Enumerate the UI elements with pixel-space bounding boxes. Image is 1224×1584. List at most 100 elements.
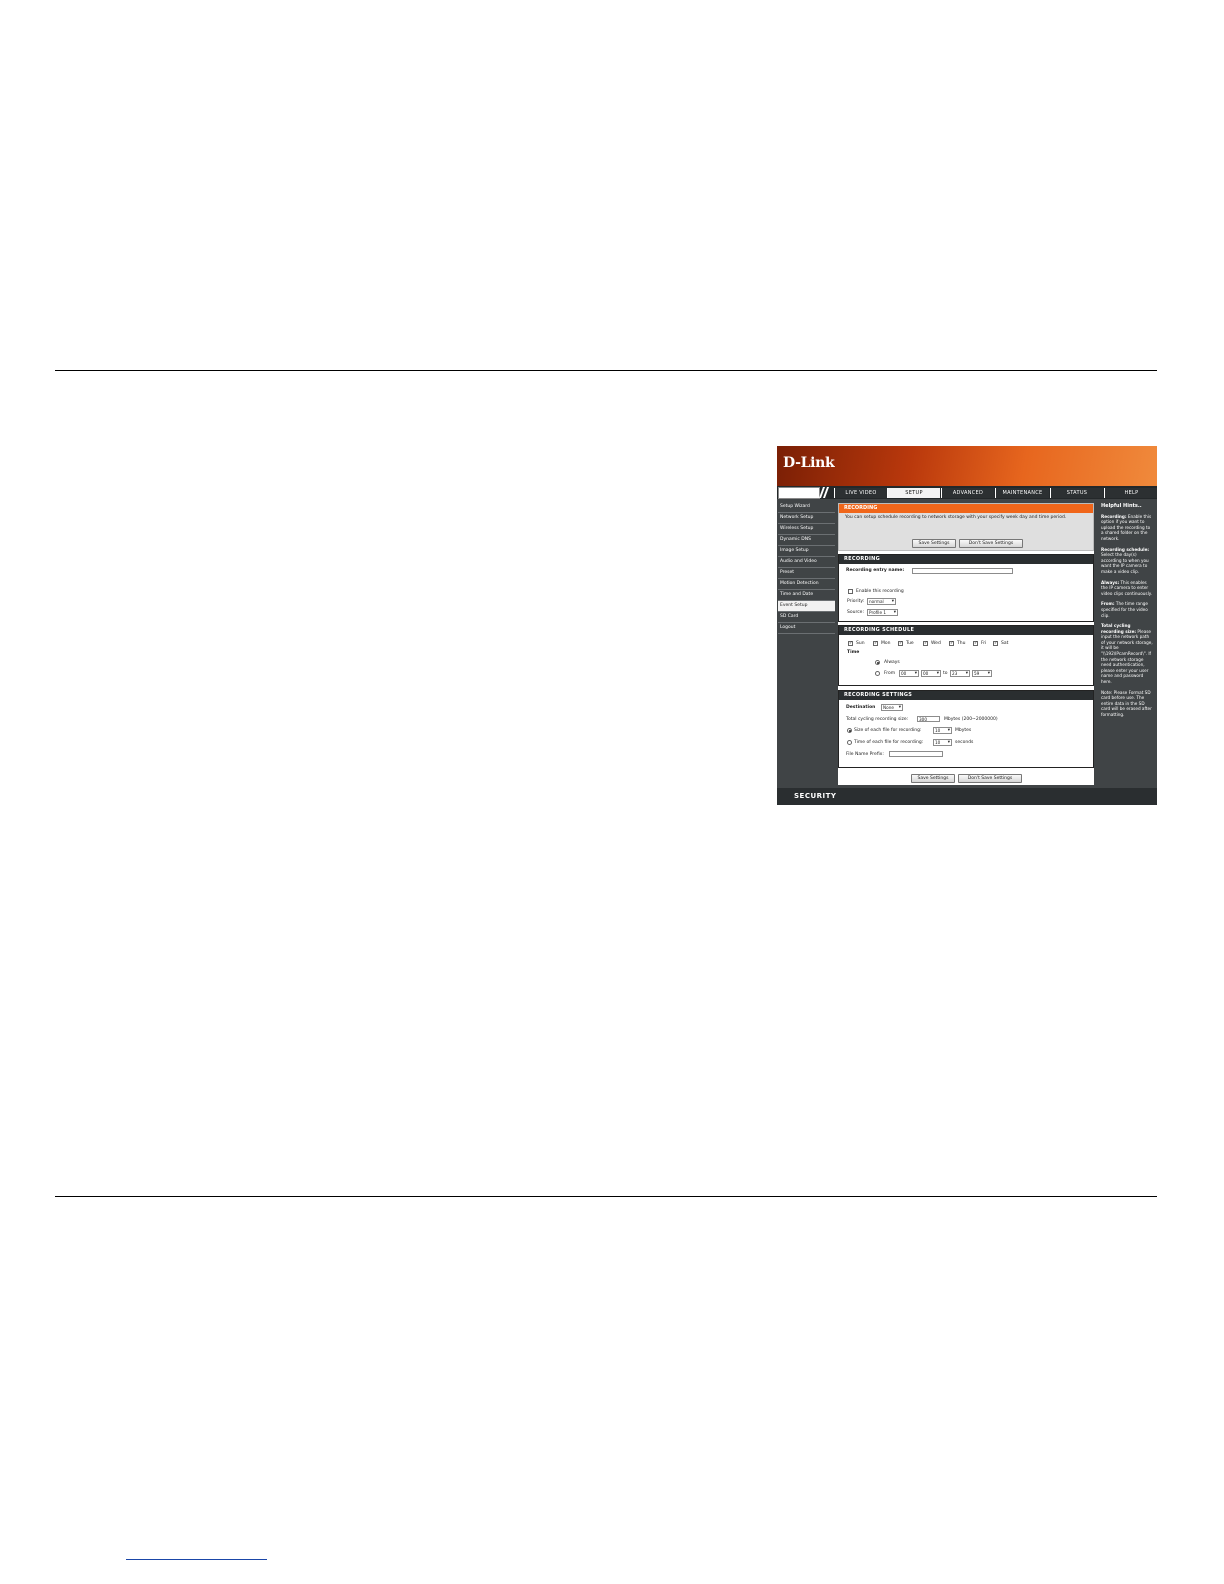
hints-title: Helpful Hints.. — [1101, 503, 1142, 509]
source-select[interactable]: Profile 1 — [867, 609, 898, 616]
hint-item-heading: Total cycling recording size: — [1101, 623, 1137, 634]
tab-live-video[interactable]: LIVE VIDEO — [834, 488, 887, 498]
from-hour-select[interactable]: 00 — [899, 670, 919, 677]
day-checkbox-fri[interactable]: ✓ — [973, 641, 978, 646]
day-checkbox-tue[interactable]: ✓ — [898, 641, 903, 646]
day-label-fri: Fri — [981, 641, 987, 646]
entry-name-input[interactable] — [912, 568, 1013, 574]
entry-name-label: Recording entry name: — [846, 568, 905, 573]
size-each-file-radio[interactable] — [847, 728, 852, 733]
priority-select[interactable]: normal — [867, 598, 896, 605]
day-label-thu: Thu — [957, 641, 966, 646]
time-each-file-radio[interactable] — [847, 740, 852, 745]
dlink-logo: D-Link — [783, 455, 835, 471]
hint-item-heading: Recording: — [1101, 513, 1127, 519]
recording-schedule-section: RECORDING SCHEDULE ✓ Sun ✓ Mon ✓ Tue ✓ W… — [838, 625, 1094, 686]
sidebar-item-preset[interactable]: Preset — [778, 568, 835, 579]
tab-help[interactable]: HELP — [1104, 488, 1157, 498]
to-minute-select[interactable]: 59 — [972, 670, 992, 677]
sidebar-item-network-setup[interactable]: Network Setup — [778, 513, 835, 524]
file-prefix-input[interactable] — [889, 751, 943, 757]
hint-item: Note: Please Format SD card before use. … — [1101, 690, 1154, 718]
time-each-file-select[interactable]: 10 — [933, 739, 952, 746]
bottom-dont-save-settings-button[interactable]: Don't Save Settings — [958, 774, 1022, 783]
hint-item: Always: This enables the IP camera to en… — [1101, 580, 1154, 597]
destination-label: Destination — [846, 705, 876, 710]
footer-bar: SECURITY — [777, 788, 1157, 805]
hint-item: From: The time range specified for the v… — [1101, 601, 1154, 618]
priority-label: Priority: — [847, 599, 865, 604]
intro-text: You can setup schedule recording to netw… — [845, 515, 1067, 520]
from-radio[interactable] — [875, 671, 880, 676]
from-label: From — [884, 671, 896, 676]
sidebar-item-time-date[interactable]: Time and Date — [778, 590, 835, 601]
total-size-input[interactable]: 300 — [917, 716, 940, 722]
sidebar-item-audio-video[interactable]: Audio and Video — [778, 557, 835, 568]
intro-panel: RECORDING You can setup schedule recordi… — [838, 503, 1094, 551]
total-size-label: Total cycling recording size: — [846, 717, 909, 722]
day-checkbox-sat[interactable]: ✓ — [993, 641, 998, 646]
tab-setup[interactable]: SETUP — [887, 488, 940, 498]
tab-maintenance[interactable]: MAINTENANCE — [995, 488, 1049, 498]
footer-link-underline[interactable] — [126, 1559, 267, 1560]
helpful-hints-panel: Helpful Hints.. Recording: Enable this o… — [1099, 502, 1156, 786]
tab-status[interactable]: STATUS — [1050, 488, 1103, 498]
size-each-file-select[interactable]: 10 — [933, 727, 952, 734]
hint-item-heading: From: — [1101, 601, 1115, 607]
time-each-file-unit: seconds — [955, 740, 974, 745]
source-label: Source: — [847, 610, 864, 615]
main-content: RECORDING You can setup schedule recordi… — [838, 503, 1094, 785]
size-each-file-label: Size of each file for recording: — [854, 728, 922, 733]
sidebar-item-dynamic-dns[interactable]: Dynamic DNS — [778, 535, 835, 546]
sidebar-item-image-setup[interactable]: Image Setup — [778, 546, 835, 557]
recording-section-title: RECORDING — [839, 555, 1093, 564]
recording-settings-section: RECORDING SETTINGS Destination None Tota… — [838, 690, 1094, 768]
footer-brand: SECURITY — [794, 792, 837, 800]
enable-recording-label: Enable this recording — [856, 589, 904, 594]
day-label-wed: Wed — [931, 641, 941, 646]
day-checkbox-thu[interactable]: ✓ — [949, 641, 954, 646]
hint-item-heading: Always: — [1101, 579, 1120, 585]
destination-select[interactable]: None — [881, 704, 903, 711]
enable-recording-checkbox[interactable] — [848, 589, 853, 594]
dlink-banner: D-Link — [777, 446, 1157, 486]
sidebar-item-wireless-setup[interactable]: Wireless Setup — [778, 524, 835, 535]
hint-item: Recording schedule: Select the day(s) ac… — [1101, 547, 1154, 575]
day-label-sat: Sat — [1001, 641, 1009, 646]
dont-save-settings-button[interactable]: Don't Save Settings — [959, 539, 1023, 548]
total-size-unit: Mbytes (200~2000000) — [944, 717, 998, 722]
sidebar-item-motion-detection[interactable]: Motion Detection — [778, 579, 835, 590]
time-label: Time — [847, 650, 860, 655]
recording-section: RECORDING Recording entry name: Enable t… — [838, 554, 1094, 622]
hint-item-heading: Recording schedule: — [1101, 546, 1150, 552]
footer-rule — [55, 1196, 1157, 1197]
hint-item-text: Please input the network path of your ne… — [1101, 628, 1153, 685]
sidebar-item-logout[interactable]: Logout — [778, 623, 835, 634]
model-box — [778, 487, 820, 499]
to-hour-select[interactable]: 23 — [950, 670, 970, 677]
recording-setup-screenshot: D-Link LIVE VIDEO SETUP ADVANCED MAINTEN… — [777, 446, 1157, 805]
from-minute-select[interactable]: 00 — [921, 670, 941, 677]
sidebar-item-event-setup[interactable]: Event Setup — [778, 601, 835, 612]
intro-title: RECORDING — [839, 504, 1093, 513]
sidebar-item-sd-card[interactable]: SD Card — [778, 612, 835, 623]
day-checkbox-wed[interactable]: ✓ — [923, 641, 928, 646]
save-settings-button[interactable]: Save Settings — [912, 539, 956, 548]
hint-item-text: Select the day(s) according to when you … — [1101, 552, 1149, 574]
tab-advanced[interactable]: ADVANCED — [941, 488, 994, 498]
time-each-file-label: Time of each file for recording: — [854, 740, 924, 745]
to-label: to — [943, 671, 948, 676]
schedule-section-title: RECORDING SCHEDULE — [839, 626, 1093, 635]
day-checkbox-sun[interactable]: ✓ — [848, 641, 853, 646]
sidebar: Setup Wizard Network Setup Wireless Setu… — [778, 502, 835, 634]
day-checkbox-mon[interactable]: ✓ — [873, 641, 878, 646]
header-rule — [55, 370, 1157, 371]
always-radio[interactable] — [875, 660, 880, 665]
hint-item: Recording: Enable this option if you wan… — [1101, 514, 1154, 542]
sidebar-item-setup-wizard[interactable]: Setup Wizard — [778, 502, 835, 513]
day-label-mon: Mon — [881, 641, 891, 646]
hint-item-text: Note: Please Format SD card before use. … — [1101, 689, 1152, 717]
bottom-save-settings-button[interactable]: Save Settings — [911, 774, 955, 783]
hint-item: Total cycling recording size: Please inp… — [1101, 623, 1154, 685]
file-prefix-label: File Name Prefix: — [846, 752, 884, 757]
